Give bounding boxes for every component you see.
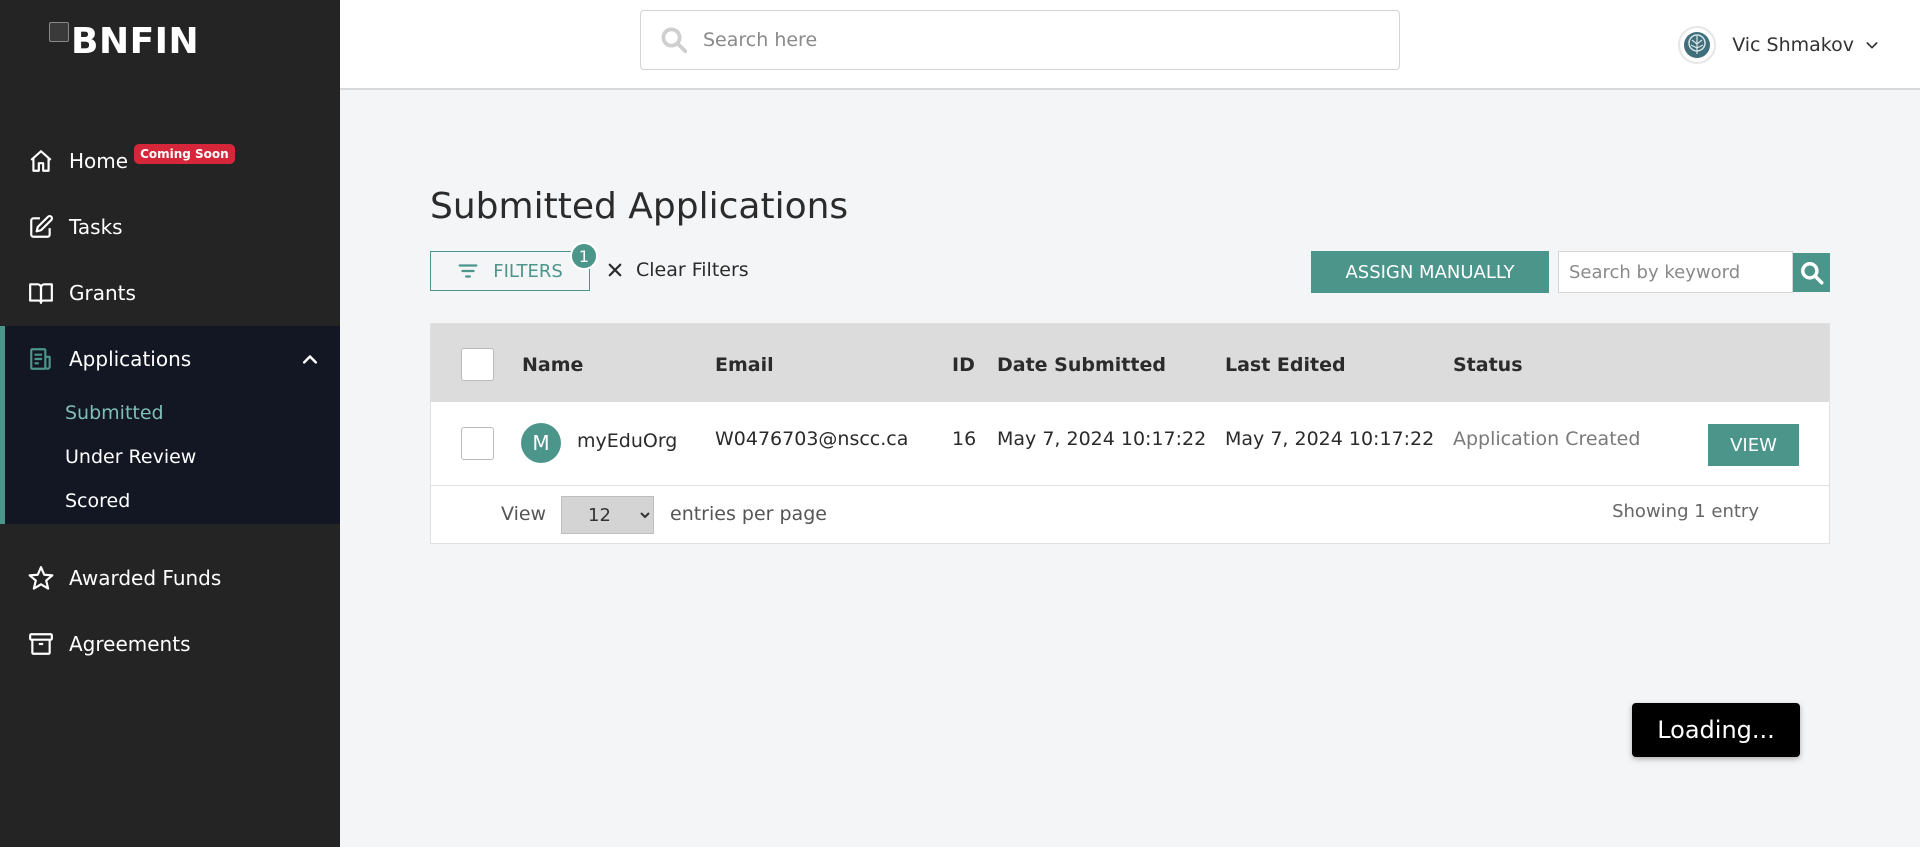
keyword-search-input[interactable] — [1558, 251, 1793, 293]
applications-icon — [30, 348, 51, 370]
cell-date-submitted: May 7, 2024 10:17:22 — [997, 428, 1207, 450]
org-avatar: M — [521, 423, 561, 463]
sidebar-item-awarded-funds[interactable]: Awarded Funds — [0, 545, 340, 611]
home-icon — [30, 150, 52, 172]
clear-filters-button[interactable]: Clear Filters — [606, 259, 749, 281]
edit-icon — [30, 215, 53, 238]
column-header-id[interactable]: ID — [952, 354, 975, 376]
keyword-search — [1558, 251, 1793, 293]
logo-text: BNFIN — [71, 21, 200, 62]
applications-group: Applications Submitted Under Review Scor… — [0, 326, 340, 524]
keyword-search-button[interactable] — [1793, 253, 1830, 292]
entries-per-page-label: entries per page — [670, 503, 827, 525]
coming-soon-badge: Coming Soon — [134, 144, 235, 164]
cell-name: myEduOrg — [577, 430, 678, 452]
assign-manually-button[interactable]: ASSIGN MANUALLY — [1311, 251, 1549, 293]
table-row: M myEduOrg W0476703@nscc.ca 16 May 7, 20… — [431, 402, 1829, 486]
column-header-date-submitted[interactable]: Date Submitted — [997, 354, 1166, 376]
filters-count-badge: 1 — [570, 242, 598, 270]
star-icon — [28, 566, 54, 590]
cell-last-edited: May 7, 2024 10:17:22 — [1225, 428, 1435, 450]
search-input[interactable] — [703, 29, 1383, 51]
column-header-name[interactable]: Name — [522, 354, 583, 376]
chevron-down-icon — [1866, 42, 1878, 49]
sidebar-item-label: Applications — [69, 347, 192, 371]
view-button[interactable]: VIEW — [1708, 424, 1799, 466]
chevron-up-icon[interactable] — [300, 349, 320, 369]
search-icon — [1800, 261, 1823, 284]
applications-table: Name Email ID Date Submitted Last Edited… — [430, 323, 1830, 544]
sidebar-subitem-under-review[interactable]: Under Review — [65, 446, 196, 468]
clear-filters-label: Clear Filters — [636, 259, 749, 281]
filters-button[interactable]: FILTERS — [430, 251, 590, 291]
cell-email: W0476703@nscc.ca — [715, 428, 909, 450]
user-name: Vic Shmakov — [1732, 34, 1854, 56]
sidebar-subitem-scored[interactable]: Scored — [65, 490, 130, 512]
column-header-status[interactable]: Status — [1453, 354, 1523, 376]
global-search[interactable] — [640, 10, 1400, 70]
filter-icon — [458, 264, 478, 278]
broken-image-icon — [49, 22, 69, 42]
sidebar-item-label: Home — [69, 149, 129, 173]
select-all-checkbox[interactable] — [461, 348, 494, 381]
sidebar-item-label: Agreements — [69, 632, 191, 656]
book-icon — [29, 283, 53, 304]
filters-label: FILTERS — [493, 260, 563, 282]
avatar — [1678, 26, 1717, 64]
page-title: Submitted Applications — [430, 186, 849, 227]
column-header-email[interactable]: Email — [715, 354, 774, 376]
sidebar-item-label: Awarded Funds — [69, 566, 222, 590]
archive-icon — [29, 633, 53, 655]
view-label: View — [501, 503, 547, 525]
table-footer: View 12 entries per page Showing 1 entry — [431, 487, 1829, 543]
sidebar-subitem-submitted[interactable]: Submitted — [65, 402, 164, 424]
cell-status: Application Created — [1453, 428, 1641, 450]
top-bar: Vic Shmakov — [340, 0, 1920, 90]
logo[interactable]: BNFIN — [49, 20, 199, 64]
user-menu[interactable]: Vic Shmakov — [1678, 26, 1880, 64]
cell-id: 16 — [952, 428, 977, 450]
sidebar-item-applications[interactable]: Applications — [5, 326, 340, 392]
column-header-last-edited[interactable]: Last Edited — [1225, 354, 1346, 376]
sidebar-item-tasks[interactable]: Tasks — [0, 194, 340, 260]
sidebar-item-label: Tasks — [69, 215, 123, 239]
showing-count: Showing 1 entry — [1612, 501, 1759, 522]
row-checkbox[interactable] — [461, 427, 494, 460]
sidebar: BNFIN Home Coming Soon Tasks Grants Appl… — [0, 0, 340, 847]
table-header: Name Email ID Date Submitted Last Edited… — [431, 324, 1829, 402]
entries-per-page-select[interactable]: 12 — [561, 496, 654, 534]
tree-logo-icon — [1684, 32, 1711, 58]
loading-toast: Loading... — [1632, 703, 1800, 757]
search-icon — [661, 27, 688, 54]
close-icon — [608, 263, 622, 277]
sidebar-item-label: Grants — [69, 281, 136, 305]
sidebar-item-home[interactable]: Home Coming Soon — [0, 128, 340, 194]
sidebar-item-grants[interactable]: Grants — [0, 260, 340, 326]
sidebar-item-agreements[interactable]: Agreements — [0, 611, 340, 677]
